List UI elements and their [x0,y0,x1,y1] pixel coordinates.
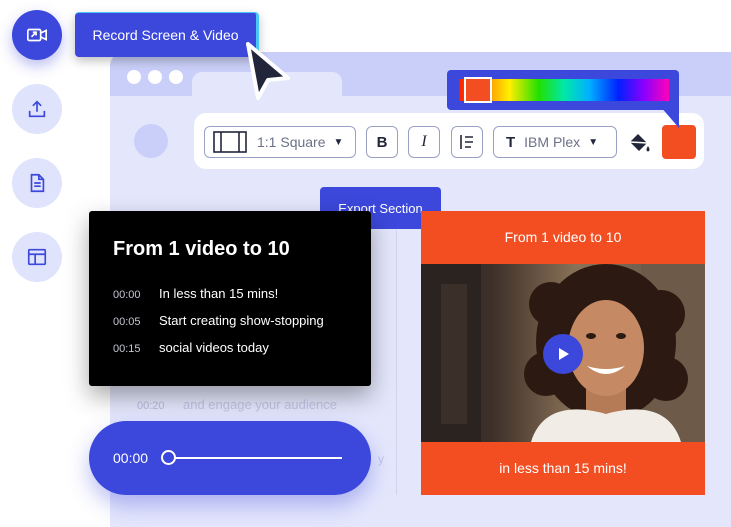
player-time: 00:00 [113,450,149,466]
transcript-text: In less than 15 mins! [159,286,279,301]
font-select[interactable]: T IBM Plex ▼ [493,126,617,158]
font-label: IBM Plex [524,134,581,150]
transcript-text-fragment: y [378,452,384,466]
bold-button[interactable]: B [366,126,398,158]
transcript-text: and engage your audience [183,397,337,412]
font-type-icon: T [506,133,516,151]
chevron-down-icon: ▼ [588,136,599,148]
record-video-icon [27,28,47,42]
document-button[interactable] [12,158,62,208]
aspect-ratio-icon [213,131,247,153]
player-progress-track[interactable] [170,457,342,459]
color-picker-tail [660,106,679,128]
player-progress-thumb[interactable] [161,450,176,465]
avatar[interactable] [134,124,168,158]
timestamp: 00:00 [113,289,141,301]
window-dot [127,70,141,84]
upload-icon [28,100,46,118]
color-spectrum-thumb[interactable] [464,77,492,103]
record-video-button[interactable] [12,10,62,60]
align-button[interactable] [451,126,483,158]
aspect-ratio-label: 1:1 Square [257,134,326,150]
aspect-ratio-select[interactable]: 1:1 Square ▼ [204,126,356,158]
timestamp: 00:15 [113,343,141,355]
paint-bucket-icon[interactable] [626,130,652,156]
layout-icon [27,248,47,266]
transcript-text: social videos today [159,340,269,355]
italic-button[interactable]: I [408,126,440,158]
transcript-text: Start creating show-stopping [159,313,324,328]
panel-divider [396,230,397,495]
window-dot [148,70,162,84]
record-tooltip: Record Screen & Video [75,12,259,57]
timestamp: 00:20 [137,400,165,412]
transcript-title: From 1 video to 10 [113,238,290,260]
preview-title: From 1 video to 10 [504,229,622,245]
play-icon [559,348,569,360]
transcript-row[interactable]: 00:15 social videos today [113,340,269,355]
transcript-row[interactable]: 00:00 In less than 15 mins! [113,286,278,301]
cursor-arrow-icon [246,42,290,100]
text-align-icon [460,135,473,149]
preview-caption: in less than 15 mins! [499,460,627,476]
upload-button[interactable] [12,84,62,134]
layout-button[interactable] [12,232,62,282]
transcript-row-faded: 00:20 and engage your audience [137,397,337,412]
transcript-row[interactable]: 00:05 Start creating show-stopping [113,313,324,328]
play-button[interactable] [543,334,583,374]
document-icon [30,173,45,193]
color-swatch-button[interactable] [662,125,696,159]
chevron-down-icon: ▼ [333,136,344,148]
timestamp: 00:05 [113,316,141,328]
window-dot [169,70,183,84]
